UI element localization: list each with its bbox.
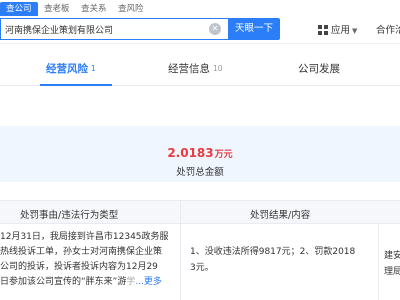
reason-line-text: 日参加该公司宣传的“胖东来”游	[0, 277, 127, 287]
tab-company[interactable]: 查公司	[0, 2, 38, 16]
apps-menu[interactable]: 应用 ▼	[318, 22, 357, 38]
tab-boss[interactable]: 查老板	[38, 2, 76, 16]
table-cell-authority: 建安 理局	[384, 248, 400, 280]
tab-risk[interactable]: 查风险	[112, 2, 150, 16]
reason-line: 热线投诉工单，孙女士对河南携保企业策	[0, 247, 163, 257]
tab-company-development-label: 公司发展	[298, 63, 340, 75]
tab-business-risk[interactable]: 经营风险 1	[46, 61, 96, 76]
reason-line: 日参加该公司宣传的“胖东来”游学...更多	[0, 275, 176, 290]
cooperate-link[interactable]: 合作洽	[376, 22, 400, 36]
reason-line-fade: 学	[126, 277, 136, 287]
authority-line: 建安	[384, 251, 400, 261]
clear-icon[interactable]: ✕	[209, 23, 221, 35]
result-line: 3元。	[190, 263, 214, 273]
penalty-amount: 2.0183万元	[0, 142, 400, 161]
column-divider	[180, 200, 181, 300]
tab-business-risk-count: 1	[91, 64, 96, 73]
search-bar: ✕ 天眼一下 应用▼ 合作洽	[0, 16, 400, 44]
reason-line: 12月31日，我局接到许昌市12345政务服	[0, 232, 169, 242]
authority-line: 理局	[384, 267, 400, 277]
active-tab-indicator	[40, 84, 112, 86]
reason-line: 公司的投诉，投诉者投诉内容为12月29	[0, 262, 158, 272]
tab-business-info-count: 10	[213, 64, 223, 73]
penalty-amount-label: 处罚总金额	[176, 167, 224, 178]
more-link[interactable]: ...更多	[135, 277, 162, 287]
table-cell-result: 1、没收违法所得9817元；2、罚款2018 3元。	[190, 244, 370, 276]
chevron-down-icon: ▼	[352, 27, 358, 35]
tab-business-risk-label: 经营风险	[46, 63, 88, 75]
column-divider	[378, 224, 379, 300]
table-cell-reason: 12月31日，我局接到许昌市12345政务服 热线投诉工单，孙女士对河南携保企业…	[0, 230, 176, 290]
column-header-result: 处罚结果/内容	[250, 210, 311, 221]
apps-label: 应用	[331, 25, 351, 36]
penalty-amount-unit: 万元	[214, 150, 233, 160]
section-tabs: 经营风险 1 经营信息 10 公司发展	[0, 52, 400, 86]
penalty-summary: 2.0183万元 处罚总金额	[0, 126, 400, 182]
penalty-amount-value: 2.0183	[167, 146, 214, 160]
column-header-reason: 处罚事由/违法行为类型	[20, 210, 119, 221]
search-button[interactable]: 天眼一下	[228, 18, 280, 40]
table-header: 处罚事由/违法行为类型 处罚结果/内容	[0, 200, 400, 224]
top-tabs: 查公司 查老板 查关系 查风险	[0, 0, 400, 16]
tab-relation[interactable]: 查关系	[75, 2, 113, 16]
tab-company-development[interactable]: 公司发展	[298, 61, 340, 76]
tab-business-info[interactable]: 经营信息 10	[168, 61, 223, 76]
search-input[interactable]	[5, 19, 205, 39]
grid-icon	[318, 25, 328, 38]
result-line: 1、没收违法所得9817元；2、罚款2018	[190, 247, 356, 257]
search-box: ✕	[0, 18, 228, 40]
tab-business-info-label: 经营信息	[168, 63, 210, 75]
